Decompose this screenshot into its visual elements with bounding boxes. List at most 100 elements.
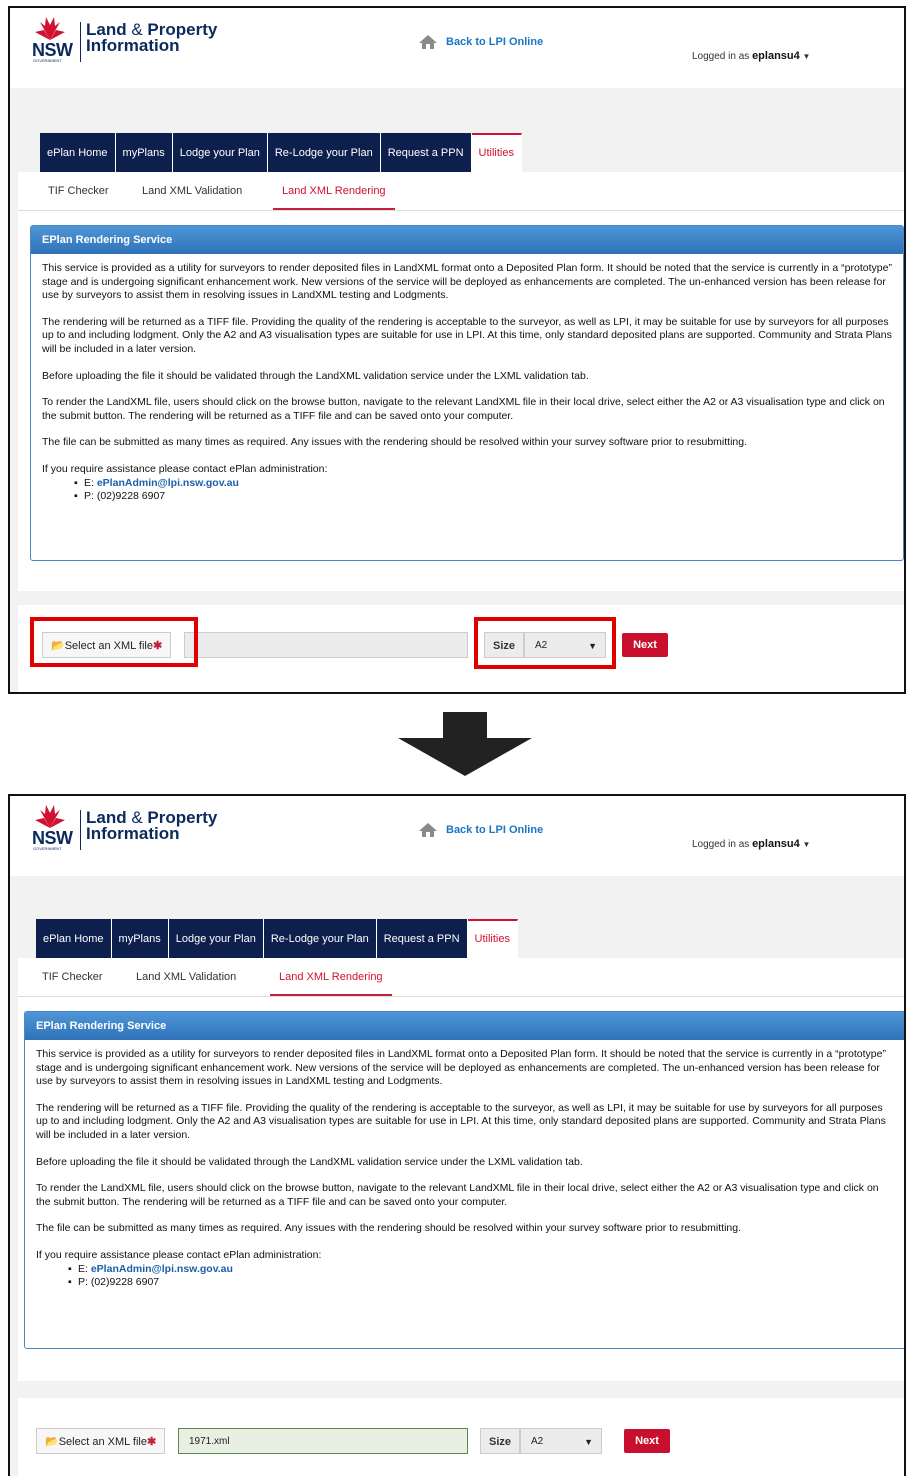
lpi-logo[interactable]: NSW GOVERNMENT Land & Property Informati…: [32, 16, 217, 63]
tab-myplans[interactable]: myPlans: [111, 919, 169, 959]
tab-request-ppn[interactable]: Request a PPN: [380, 133, 472, 173]
panel-paragraph: This service is provided as a utility fo…: [42, 262, 892, 302]
subtab-tif-checker[interactable]: TIF Checker: [48, 172, 109, 210]
size-select[interactable]: A2 ▼: [520, 1428, 602, 1454]
after-screenshot: NSW GOVERNMENT Land & Property Informati…: [8, 794, 906, 1476]
panel-paragraph: To render the LandXML file, users should…: [36, 1182, 879, 1208]
selected-file-field[interactable]: 1971.xml: [178, 1428, 468, 1454]
logged-in-label: Logged in as: [692, 839, 750, 850]
email-prefix: E:: [84, 476, 97, 489]
panel-title: EPlan Rendering Service: [25, 1012, 904, 1040]
username: eplansu4: [752, 838, 800, 850]
utilities-subnav: TIF Checker Land XML Validation Land XML…: [18, 172, 904, 211]
home-icon: [419, 823, 437, 837]
panel-paragraph: Before uploading the file it should be v…: [42, 369, 589, 382]
panel-paragraph: The rendering will be returned as a TIFF…: [42, 315, 892, 355]
next-button[interactable]: Next: [624, 1429, 670, 1453]
next-button[interactable]: Next: [622, 633, 668, 657]
upload-form: 📂Select an XML file✱ Size A2 ▼ Next: [18, 605, 904, 692]
contact-list: E: ePlanAdmin@lpi.nsw.gov.au P: (02)9228…: [42, 477, 892, 504]
file-button-label: Select an XML file: [58, 1436, 147, 1448]
logo-nsw-text: NSW: [32, 828, 73, 848]
waratah-icon: [35, 805, 65, 828]
home-icon: [419, 35, 437, 49]
chevron-down-icon: ▼: [802, 52, 811, 61]
panel-paragraph: Before uploading the file it should be v…: [36, 1155, 583, 1168]
user-menu[interactable]: Logged in as eplansu4 ▼: [692, 838, 810, 850]
chevron-down-icon: ▼: [584, 1437, 593, 1447]
waratah-icon: [35, 17, 65, 40]
logo-word-information: Information: [86, 36, 180, 55]
tab-utilities[interactable]: Utilities: [467, 919, 518, 959]
subtab-xml-rendering[interactable]: Land XML Rendering: [273, 172, 395, 210]
panel-paragraph: To render the LandXML file, users should…: [42, 396, 885, 422]
contact-phone: P: (02)9228 6907: [68, 1276, 896, 1290]
panel-title: EPlan Rendering Service: [31, 226, 903, 254]
rendering-service-panel: EPlan Rendering Service This service is …: [30, 225, 904, 561]
panel-paragraph: This service is provided as a utility fo…: [36, 1048, 886, 1088]
panel-paragraph: If you require assistance please contact…: [42, 462, 328, 475]
tab-myplans[interactable]: myPlans: [115, 133, 173, 173]
highlight-box: [474, 617, 616, 669]
site-header: NSW GOVERNMENT Land & Property Informati…: [10, 796, 904, 876]
selected-file-field[interactable]: [184, 632, 468, 658]
tab-lodge-plan[interactable]: Lodge your Plan: [172, 133, 268, 173]
site-header: NSW GOVERNMENT Land & Property Informati…: [10, 8, 904, 88]
back-to-lpi-link[interactable]: Back to LPI Online: [418, 822, 543, 838]
tab-relodge-plan[interactable]: Re-Lodge your Plan: [263, 919, 377, 959]
logo-title: Land & Property Information: [86, 21, 217, 55]
panel-paragraph: If you require assistance please contact…: [36, 1248, 322, 1261]
before-screenshot: NSW GOVERNMENT Land & Property Informati…: [8, 6, 906, 694]
panel-body: This service is provided as a utility fo…: [25, 1040, 904, 1298]
logged-in-label: Logged in as: [692, 51, 750, 62]
main-nav: ePlan Home myPlans Lodge your Plan Re-Lo…: [40, 133, 522, 173]
username: eplansu4: [752, 50, 800, 62]
subtab-xml-rendering[interactable]: Land XML Rendering: [270, 958, 392, 996]
select-xml-file-button[interactable]: 📂Select an XML file✱: [36, 1428, 166, 1454]
required-icon: ✱: [146, 1436, 157, 1448]
logo-word-information: Information: [86, 824, 180, 843]
arrow-down-icon: [398, 712, 532, 776]
subtab-xml-validation[interactable]: Land XML Validation: [136, 958, 236, 996]
panel-paragraph: The file can be submitted as many times …: [36, 1222, 742, 1235]
contact-email: E: ePlanAdmin@lpi.nsw.gov.au: [68, 1262, 896, 1277]
email-prefix: E:: [78, 1262, 91, 1275]
logo-divider: [80, 22, 81, 62]
email-link[interactable]: ePlanAdmin@lpi.nsw.gov.au: [97, 477, 239, 489]
panel-paragraph: The rendering will be returned as a TIFF…: [36, 1101, 886, 1141]
email-link[interactable]: ePlanAdmin@lpi.nsw.gov.au: [91, 1263, 233, 1275]
panel-paragraph: The file can be submitted as many times …: [42, 436, 748, 449]
highlight-box: [30, 617, 198, 667]
tab-eplan-home[interactable]: ePlan Home: [40, 133, 116, 173]
folder-open-icon: 📂: [45, 1436, 59, 1448]
contact-phone: P: (02)9228 6907: [74, 490, 892, 504]
size-select-value: A2: [531, 1436, 544, 1447]
rendering-service-panel: EPlan Rendering Service This service is …: [24, 1011, 904, 1349]
tab-relodge-plan[interactable]: Re-Lodge your Plan: [267, 133, 381, 173]
lpi-logo[interactable]: NSW GOVERNMENT Land & Property Informati…: [32, 804, 217, 851]
panel-body: This service is provided as a utility fo…: [31, 254, 903, 512]
logo-divider: [80, 810, 81, 850]
content-area: EPlan Rendering Service This service is …: [18, 997, 904, 1381]
size-label: Size: [480, 1428, 521, 1454]
tab-utilities[interactable]: Utilities: [471, 133, 522, 173]
back-to-lpi-link[interactable]: Back to LPI Online: [418, 34, 543, 50]
main-nav: ePlan Home myPlans Lodge your Plan Re-Lo…: [36, 919, 518, 959]
tab-request-ppn[interactable]: Request a PPN: [376, 919, 468, 959]
subtab-xml-validation[interactable]: Land XML Validation: [142, 172, 242, 210]
contact-list: E: ePlanAdmin@lpi.nsw.gov.au P: (02)9228…: [36, 1263, 896, 1290]
logo-title: Land & Property Information: [86, 809, 217, 843]
back-link-label: Back to LPI Online: [446, 36, 544, 48]
utilities-subnav: TIF Checker Land XML Validation Land XML…: [18, 958, 904, 997]
back-link-label: Back to LPI Online: [446, 824, 544, 836]
logo-government-text: GOVERNMENT: [33, 58, 62, 63]
contact-email: E: ePlanAdmin@lpi.nsw.gov.au: [74, 476, 892, 491]
subtab-tif-checker[interactable]: TIF Checker: [42, 958, 103, 996]
tab-eplan-home[interactable]: ePlan Home: [36, 919, 112, 959]
upload-form: 📂Select an XML file✱ 1971.xml Size A2 ▼ …: [18, 1398, 904, 1476]
chevron-down-icon: ▼: [802, 840, 811, 849]
user-menu[interactable]: Logged in as eplansu4 ▼: [692, 50, 810, 62]
logo-nsw-text: NSW: [32, 40, 73, 60]
tab-lodge-plan[interactable]: Lodge your Plan: [168, 919, 264, 959]
content-area: EPlan Rendering Service This service is …: [18, 211, 904, 591]
